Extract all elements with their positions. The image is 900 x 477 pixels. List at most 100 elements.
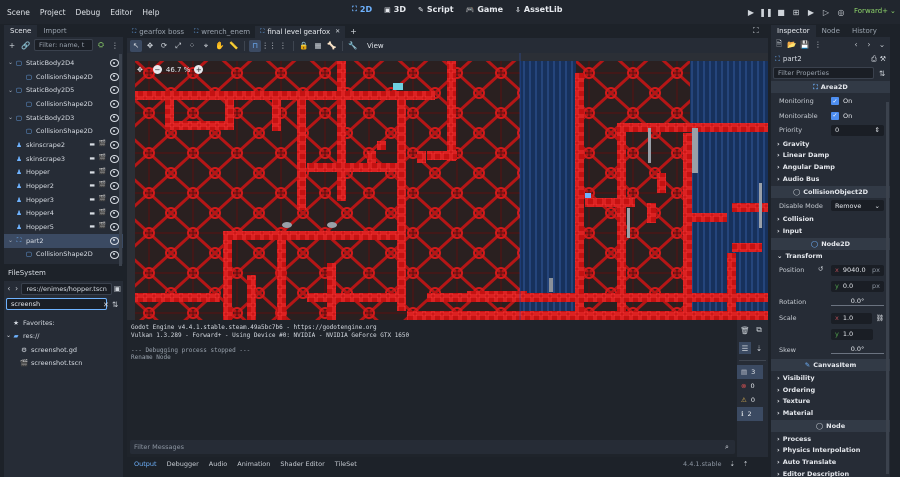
file-item[interactable]: ⌄ ▰ res:// — [4, 330, 123, 344]
menu-debug[interactable]: Debug — [71, 8, 106, 17]
scene-icon[interactable]: 🎬 — [99, 168, 106, 175]
copy-icon[interactable]: ⧉ — [753, 324, 765, 336]
pause-icon[interactable]: ❚❚ — [759, 5, 773, 19]
tree-node[interactable]: ⌄ ⛶ part2 — [4, 233, 123, 248]
tree-node[interactable]: ♟ skinscrape3 ▬ 🎬 — [4, 152, 123, 166]
workspace-game[interactable]: 🎮 Game — [460, 5, 509, 14]
snap-icon[interactable]: ⊓ — [249, 39, 261, 52]
position-x-field[interactable]: x 9040.0 px — [831, 264, 884, 276]
save-resource-icon[interactable]: 💾 — [799, 39, 811, 51]
clear-output-icon[interactable]: 🗑 — [739, 324, 751, 336]
file-search-input[interactable]: screensh — [6, 298, 107, 310]
tree-node[interactable]: ▢ CollisionShape2D — [4, 248, 123, 262]
scene-icon[interactable]: 🎬 — [99, 181, 106, 188]
visibility-icon[interactable] — [110, 59, 119, 67]
pin-icon[interactable]: ⇡ — [743, 460, 748, 468]
tree-node[interactable]: ♟ Hopper3 ▬ 🎬 — [4, 193, 123, 207]
scene-icon[interactable]: 🎬 — [99, 154, 106, 161]
movie-icon[interactable]: ◎ — [834, 5, 848, 19]
ruler-icon[interactable]: 📏 — [228, 40, 240, 52]
tools-icon[interactable]: ⚒ — [880, 55, 886, 63]
visibility-icon[interactable] — [110, 141, 119, 150]
clear-icon[interactable]: ✕ — [103, 301, 109, 309]
selectable-icon[interactable]: ⁘ — [186, 40, 198, 52]
pan-tool-icon[interactable]: ✋ — [214, 40, 226, 52]
file-item[interactable]: ★ Favorites: — [4, 316, 123, 330]
collisionobject2d-section[interactable]: ◯ CollisionObject2D — [771, 185, 890, 198]
scale-x-field[interactable]: x 1.0 — [831, 312, 872, 324]
tree-node[interactable]: ♟ Hopper2 ▬ 🎬 — [4, 179, 123, 193]
menu-icon[interactable]: ⋮ — [109, 39, 121, 51]
bottom-tab[interactable]: Animation — [232, 460, 275, 468]
canvas-viewport[interactable]: ✥ − 46.7 % + — [127, 53, 768, 320]
visibility-icon[interactable] — [110, 100, 119, 109]
property-group[interactable]: › Texture — [771, 396, 890, 408]
script-icon[interactable]: ▬ — [89, 182, 95, 189]
scene-tab[interactable]: ⛶ wrench_enem — [189, 26, 255, 38]
property-group[interactable]: › Editor Description — [771, 468, 890, 477]
property-group[interactable]: › Linear Damp — [771, 149, 890, 161]
back-icon[interactable]: ‹ — [6, 283, 12, 295]
visibility-icon[interactable] — [110, 127, 119, 136]
menu-project[interactable]: Project — [35, 8, 71, 17]
workspace-assetlib[interactable]: ⇩ AssetLib — [509, 5, 568, 14]
menu-help[interactable]: Help — [137, 8, 164, 17]
visibility-icon[interactable] — [110, 86, 119, 95]
toggle-search-icon[interactable]: ☰ — [739, 342, 751, 354]
more-options-icon[interactable]: ⋮ — [277, 40, 289, 52]
settings-icon[interactable]: ⇅ — [876, 67, 888, 79]
skeleton-icon[interactable]: 🦴 — [326, 40, 338, 52]
sort-icon[interactable]: ⇅ — [109, 298, 121, 310]
bottom-tab[interactable]: Debugger — [162, 460, 204, 468]
move-icon[interactable]: ✥ — [137, 66, 143, 74]
skew-slider[interactable] — [831, 352, 884, 354]
bottom-tab[interactable]: Audio — [204, 460, 232, 468]
tab-history[interactable]: History — [846, 25, 883, 37]
property-group[interactable]: › Angular Damp — [771, 161, 890, 173]
property-group[interactable]: › Ordering — [771, 384, 890, 396]
visibility-icon[interactable] — [110, 72, 119, 81]
script-icon[interactable]: ▬ — [89, 196, 95, 203]
menu-scene[interactable]: Scene — [2, 8, 35, 17]
bottom-tab[interactable]: Output — [129, 460, 162, 468]
tree-node[interactable]: ♟ Hopper4 ▬ 🎬 — [4, 207, 123, 221]
script-icon[interactable]: ▬ — [89, 141, 95, 148]
scale-y-field[interactable]: y 1.0 — [831, 328, 873, 340]
visibility-icon[interactable] — [110, 182, 119, 191]
tree-node[interactable]: ⌄ ▢ StaticBody2D3 — [4, 111, 123, 125]
scale-tool-icon[interactable]: ⤢ — [172, 40, 184, 52]
zoom-in-icon[interactable]: + — [194, 65, 204, 74]
move-tool-icon[interactable]: ✥ — [144, 40, 156, 52]
filter-icon[interactable]: ⛭ — [95, 39, 107, 51]
scene-icon[interactable]: 🎬 — [99, 140, 106, 147]
visibility-icon[interactable] — [110, 223, 119, 232]
script-icon[interactable]: ▬ — [89, 169, 95, 176]
node-section[interactable]: ◯ Node — [771, 419, 890, 432]
property-group[interactable]: › Material — [771, 407, 890, 419]
script-icon[interactable]: ▬ — [89, 223, 95, 230]
bottom-tab[interactable]: TileSet — [330, 460, 362, 468]
rotate-tool-icon[interactable]: ⟳ — [158, 40, 170, 52]
remote-debug-icon[interactable]: ⊞ — [789, 5, 803, 19]
disable-mode-select[interactable]: Remove ⌄ — [831, 200, 884, 212]
property-group[interactable]: › Process — [771, 433, 890, 445]
workspace-2d[interactable]: ⛶ 2D — [346, 5, 378, 14]
visibility-icon[interactable] — [110, 168, 119, 177]
open-resource-icon[interactable]: 📂 — [786, 39, 798, 51]
file-item[interactable]: ⚙ screenshot.gd — [4, 343, 123, 357]
scene-icon[interactable]: 🎬 — [99, 195, 106, 202]
pivot-icon[interactable]: ⌖ — [200, 40, 212, 52]
scene-filter-input[interactable]: Filter: name, t — [34, 39, 93, 51]
area2d-section[interactable]: ⛶ Area2D — [771, 81, 890, 93]
extra-menu-icon[interactable]: ⋮ — [812, 39, 824, 51]
tree-node[interactable]: ⌄ ▢ StaticBody2D5 — [4, 83, 123, 97]
history-back-icon[interactable]: ‹ — [850, 39, 862, 51]
property-group[interactable]: › Input — [771, 225, 890, 237]
renderer-select[interactable]: Forward+ ⌄ — [854, 7, 896, 15]
rotation-slider[interactable] — [831, 304, 884, 306]
tree-node[interactable]: ♟ skinscrape2 ▬ 🎬 — [4, 138, 123, 152]
priority-field[interactable]: 0 ⇕ — [831, 124, 884, 136]
checkbox[interactable]: ✓ — [831, 111, 839, 120]
play-custom-icon[interactable]: ▷ — [819, 5, 833, 19]
tree-node[interactable]: ♟ Hopper5 ▬ 🎬 — [4, 220, 123, 234]
